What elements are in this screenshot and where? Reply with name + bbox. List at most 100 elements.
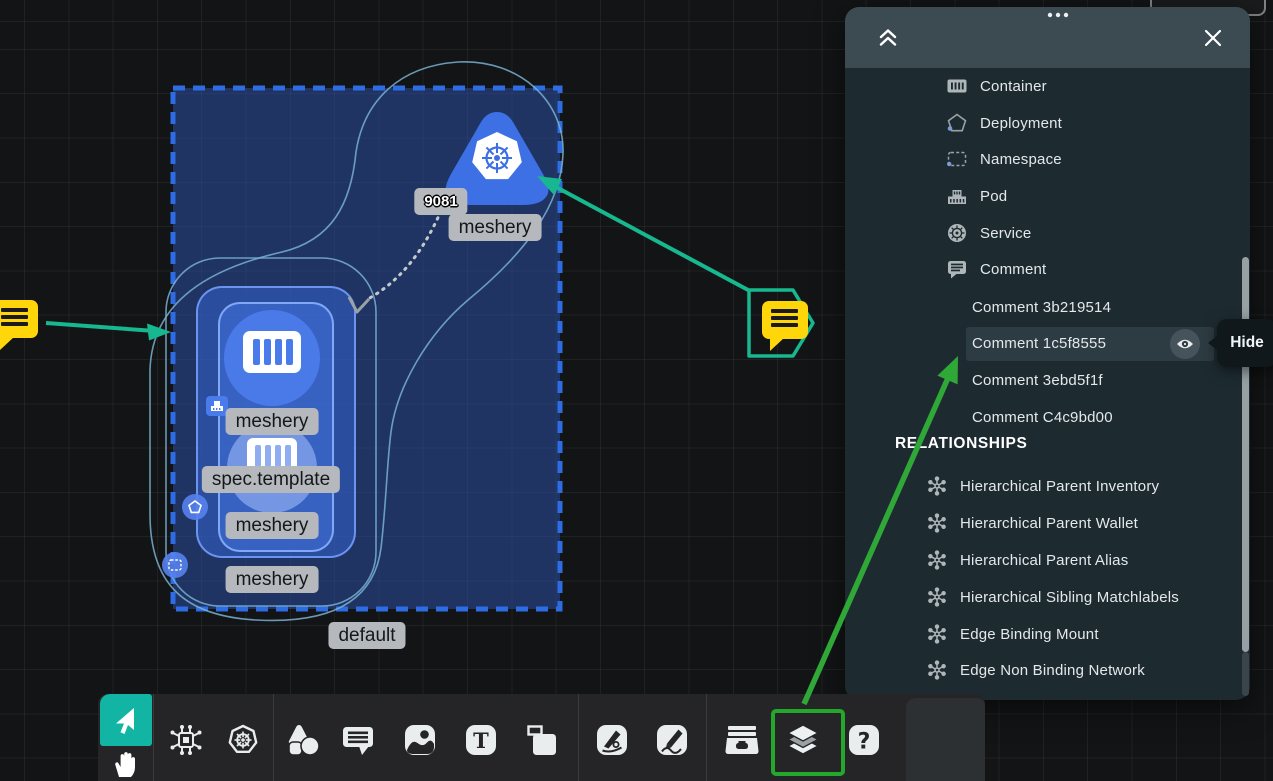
comment-lines-icon (1, 322, 28, 326)
comment-item-row[interactable]: Comment 3b219514 (845, 290, 1273, 324)
component-row-deployment[interactable]: Deployment (1) (845, 106, 1273, 140)
relationship-icon (925, 587, 949, 607)
question-icon: ? (847, 723, 881, 757)
relationship-row[interactable]: Hierarchical Parent Wallet (0) (845, 506, 1273, 540)
namespace-icon (168, 559, 182, 571)
pan-tool-button[interactable] (100, 746, 152, 781)
relationship-row[interactable]: Hierarchical Sibling Matchlabels (1) (845, 580, 1273, 614)
container-label: meshery (226, 408, 319, 435)
text-tool-button[interactable]: T (456, 715, 506, 765)
spec-template-label: spec.template (202, 466, 340, 493)
meshery-chat-section (906, 698, 985, 781)
layers-tool-highlight-box (771, 709, 845, 776)
pod-icon (945, 187, 969, 205)
kubernetes-icon (226, 723, 260, 757)
component-row-pod[interactable]: Pod (1) (845, 179, 1273, 213)
arrowhead (147, 324, 171, 341)
tooltip-arrow (1208, 336, 1217, 350)
comment-lines-icon (771, 316, 798, 320)
help-tool-button[interactable]: ? (839, 715, 889, 765)
relationship-row[interactable]: Hierarchical Parent Alias (3) (845, 543, 1273, 577)
pen-icon (595, 723, 629, 757)
panel-header (845, 7, 1250, 68)
text-icon: T (464, 723, 498, 757)
relationship-label: Edge Binding Mount (960, 626, 1099, 643)
relationship-row[interactable]: Edge Binding Mount (0) (845, 617, 1273, 651)
namespace-icon (945, 151, 969, 167)
component-row-container[interactable]: Container (2) (845, 69, 1273, 103)
collapse-panel-icon[interactable] (878, 28, 898, 46)
toolbar-divider (153, 694, 154, 781)
shapes-icon (285, 723, 321, 757)
component-label: Comment (980, 261, 1046, 278)
close-panel-icon[interactable] (1204, 29, 1222, 47)
dotted-edge (368, 204, 444, 299)
component-row-service[interactable]: Service (1) (845, 216, 1273, 250)
relationship-label: Edge Non Binding Network (960, 662, 1145, 679)
component-label: Namespace (980, 151, 1062, 168)
image-tool-button[interactable] (395, 715, 445, 765)
comment-item-row[interactable]: Comment C4c9bd00 (845, 400, 1273, 434)
relationship-row[interactable]: Edge Non Binding Network (1) (845, 653, 1273, 687)
pencil-tool-button[interactable] (647, 715, 697, 765)
frame-tool-button[interactable] (517, 715, 567, 765)
hand-icon (111, 746, 141, 778)
pen-tool-button[interactable] (587, 715, 637, 765)
pencil-icon (655, 723, 689, 757)
comment-node[interactable] (0, 300, 38, 338)
comment-item-row[interactable]: Comment 3ebd5f1f (845, 363, 1273, 397)
comment-tool-button[interactable] (333, 715, 383, 765)
relationships-section-header: RELATIONSHIPS (895, 435, 1027, 453)
comment-lines-icon (771, 309, 798, 313)
component-graph-tool-button[interactable] (161, 715, 211, 765)
bottom-toolbar: T (98, 694, 985, 781)
image-icon (403, 723, 437, 757)
relationship-icon (925, 660, 949, 680)
component-row-namespace[interactable]: Namespace (1) (845, 142, 1273, 176)
comment-lines-icon (1, 308, 28, 312)
component-row-comment[interactable]: Comment (4) (845, 252, 1273, 286)
drawer-icon (724, 724, 760, 756)
comment-edge-right (556, 187, 750, 291)
toolbar-divider (706, 694, 707, 781)
toggle-visibility-button[interactable] (1170, 329, 1200, 359)
toolbar-divider (578, 694, 579, 781)
relationship-label: Hierarchical Parent Wallet (960, 515, 1138, 532)
panel-scrollbar-track[interactable] (1242, 652, 1249, 696)
component-label: Service (980, 225, 1031, 242)
service-label: meshery (449, 214, 542, 241)
cursor-icon (110, 704, 142, 736)
elements-panel: Container (2) Deployment (1) Namespace (… (845, 7, 1250, 700)
panel-scrollbar-thumb[interactable] (1242, 257, 1249, 652)
shapes-tool-button[interactable] (278, 715, 328, 765)
meshery-design-canvas: 9081 meshery meshery spec.template meshe… (0, 0, 1273, 781)
deployment-icon (188, 500, 202, 514)
kubernetes-tool-button[interactable] (218, 715, 268, 765)
svg-text:T: T (473, 728, 489, 753)
pod-icon (210, 400, 224, 412)
comment-item-label: Comment C4c9bd00 (972, 409, 1113, 426)
comment-item-label: Comment 1c5f8555 (972, 335, 1106, 352)
comment-icon (945, 260, 969, 279)
component-label: Pod (980, 188, 1007, 205)
default-namespace-label: default (328, 622, 405, 649)
relationship-icon (925, 476, 949, 496)
comment-icon (341, 724, 375, 756)
container-icon (242, 330, 302, 374)
select-tool-button[interactable] (100, 694, 152, 746)
component-graph-icon (168, 722, 204, 758)
pod-label: meshery (226, 512, 319, 539)
comment-node-selected[interactable] (762, 301, 808, 339)
container-node[interactable] (224, 310, 320, 406)
drawer-tool-button[interactable] (717, 715, 767, 765)
relationship-row[interactable]: Hierarchical Parent Inventory (9) (845, 469, 1273, 503)
service-port-label: 9081 (414, 188, 467, 215)
relationship-label: Hierarchical Sibling Matchlabels (960, 589, 1179, 606)
relationship-icon (925, 624, 949, 644)
relationship-label: Hierarchical Parent Alias (960, 552, 1128, 569)
toolbar-divider (273, 694, 274, 781)
service-icon (945, 223, 969, 243)
eye-icon (1176, 337, 1194, 351)
relationship-icon (925, 513, 949, 533)
more-options-icon[interactable] (1046, 11, 1070, 19)
